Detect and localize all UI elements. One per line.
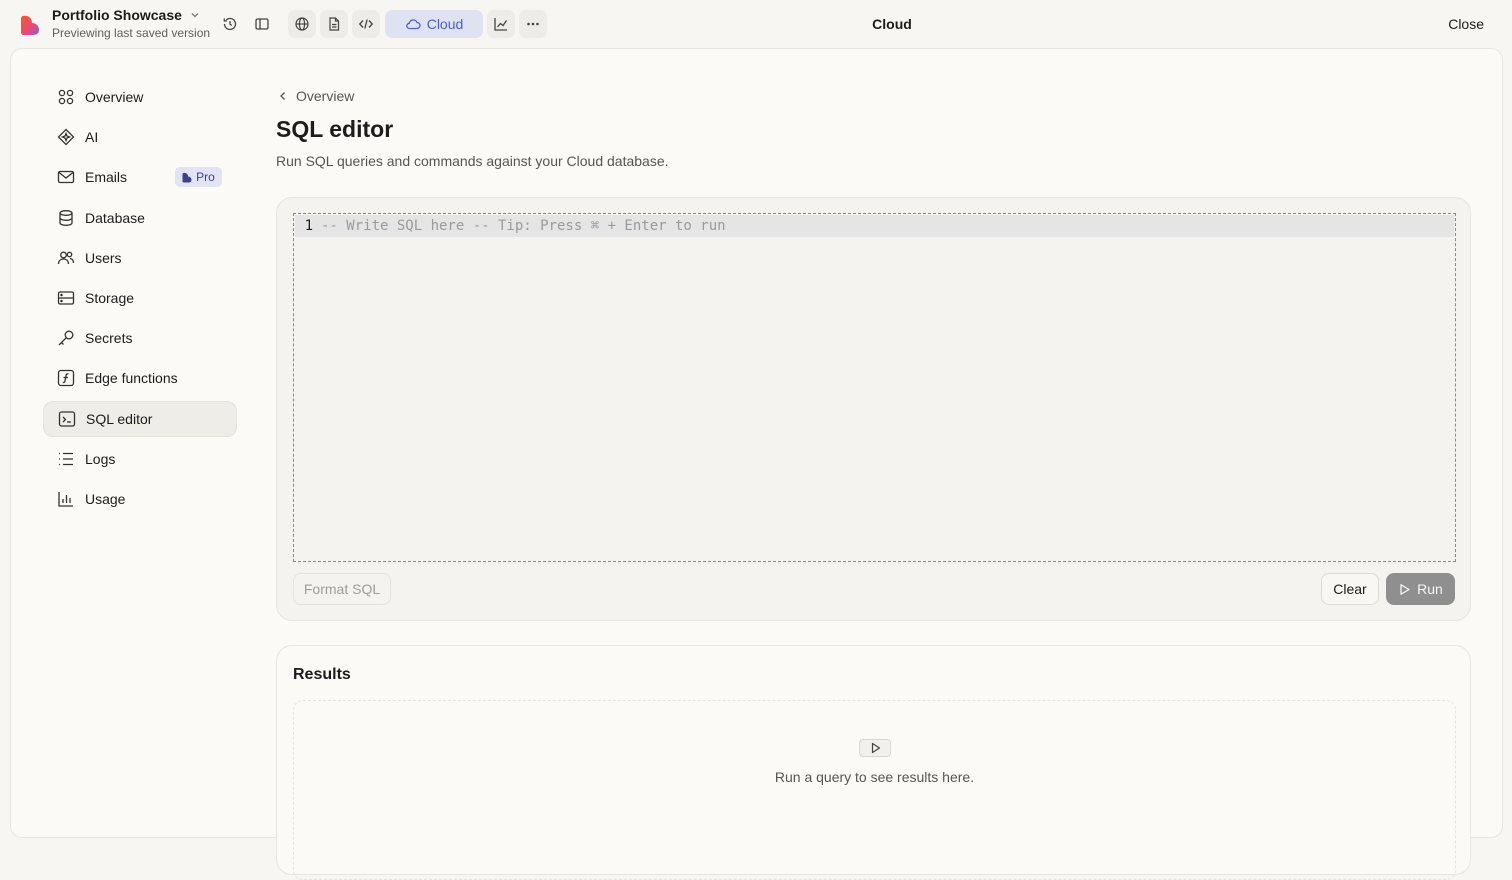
page-description: Run SQL queries and commands against you… (276, 153, 669, 169)
sql-editor-card: 1 -- Write SQL here -- Tip: Press ⌘ + En… (276, 197, 1471, 621)
code-line[interactable]: 1 -- Write SQL here -- Tip: Press ⌘ + En… (295, 215, 1454, 237)
sidebar-item-label: Edge functions (85, 370, 178, 387)
sidebar-item-label: Database (85, 209, 145, 226)
sidebar-item-emails[interactable]: Emails Pro (43, 159, 237, 195)
sidebar-item-ai[interactable]: AI (43, 119, 237, 155)
sidebar-nav: Overview AI Emails Pro Database Users St… (43, 79, 237, 521)
line-chart-icon (494, 18, 508, 31)
clear-button[interactable]: Clear (1321, 573, 1379, 605)
sql-code-editor[interactable]: 1 -- Write SQL here -- Tip: Press ⌘ + En… (293, 213, 1456, 562)
panel-title: Cloud (872, 16, 912, 32)
list-icon (59, 452, 73, 465)
sidebar-item-label: Overview (85, 89, 144, 105)
project-switcher[interactable]: Portfolio Showcase Previewing last saved… (52, 6, 210, 40)
sidebar-item-edge-functions[interactable]: Edge functions (43, 360, 237, 396)
more-horizontal-icon (527, 22, 539, 26)
close-button[interactable]: Close (1448, 16, 1484, 32)
mail-icon (57, 171, 75, 184)
more-button[interactable] (519, 10, 547, 38)
code-icon (358, 19, 374, 29)
key-icon (58, 330, 74, 346)
toggle-sidebar-button[interactable] (248, 10, 276, 38)
results-title: Results (293, 666, 351, 683)
chevron-down-icon (191, 13, 199, 18)
code-button[interactable] (352, 10, 380, 38)
document-icon (329, 17, 340, 31)
line-number: 1 (304, 218, 313, 234)
sidebar-item-logs[interactable]: Logs (43, 441, 237, 477)
preview-web-button[interactable] (288, 10, 316, 38)
play-icon (1400, 583, 1410, 595)
bar-chart-icon (58, 491, 73, 507)
sidebar-item-label: SQL editor (86, 410, 153, 427)
project-name: Portfolio Showcase (52, 7, 182, 23)
terminal-icon (58, 410, 76, 427)
sidebar-item-sql-editor[interactable]: SQL editor (43, 400, 237, 437)
sidebar-item-usage[interactable]: Usage (43, 481, 237, 517)
sidebar-item-secrets[interactable]: Secrets (43, 320, 237, 356)
sidebar-item-storage[interactable]: Storage (43, 280, 237, 316)
sidebar-item-label: Logs (85, 450, 116, 467)
sidebar-icon (255, 18, 269, 30)
pro-badge: Pro (175, 167, 222, 188)
play-icon (871, 742, 880, 754)
sidebar-item-label: Users (85, 249, 122, 266)
cloud-icon (405, 19, 421, 30)
globe-icon (295, 17, 309, 31)
grid-icon (58, 89, 74, 105)
sidebar-item-label: Emails (85, 169, 128, 186)
history-icon (223, 17, 237, 31)
pro-logo-icon (182, 172, 192, 183)
results-empty-state: Run a query to see results here. (293, 700, 1456, 880)
chevron-left-icon (280, 92, 285, 100)
analytics-button[interactable] (487, 10, 515, 38)
sparkle-icon (57, 128, 75, 146)
sidebar-item-overview[interactable]: Overview (43, 79, 237, 115)
run-button-label: Run (1417, 581, 1443, 597)
format-sql-button[interactable]: Format SQL (293, 573, 391, 605)
cloud-tab-label: Cloud (426, 16, 464, 32)
document-button[interactable] (320, 10, 348, 38)
results-play-icon-box (859, 739, 891, 757)
editor-placeholder: -- Write SQL here -- Tip: Press ⌘ + Ente… (321, 218, 726, 234)
results-empty-text: Run a query to see results here. (774, 769, 975, 785)
cloud-tab[interactable]: Cloud (385, 10, 483, 38)
breadcrumb-label: Overview (296, 88, 355, 104)
sidebar-item-database[interactable]: Database (43, 200, 237, 236)
breadcrumb[interactable]: Overview (278, 88, 354, 104)
storage-icon (57, 291, 75, 305)
app-logo-icon (21, 15, 39, 35)
project-subtitle: Previewing last saved version (52, 26, 211, 40)
pro-badge-label: Pro (196, 170, 215, 185)
results-card: Results Run a query to see results here. (276, 645, 1471, 880)
users-icon (57, 251, 75, 264)
sidebar-item-label: Secrets (85, 330, 133, 347)
sidebar-item-label: AI (85, 129, 99, 146)
sidebar-item-users[interactable]: Users (43, 240, 237, 276)
function-icon (57, 370, 75, 387)
history-button[interactable] (216, 10, 244, 38)
page-title: SQL editor (276, 116, 394, 142)
top-bar: Portfolio Showcase Previewing last saved… (0, 0, 1512, 48)
database-icon (59, 209, 73, 226)
sidebar-item-label: Storage (85, 289, 135, 306)
sidebar-item-label: Usage (85, 490, 126, 507)
cloud-panel: Overview AI Emails Pro Database Users St… (10, 48, 1503, 880)
run-button[interactable]: Run (1386, 573, 1455, 605)
